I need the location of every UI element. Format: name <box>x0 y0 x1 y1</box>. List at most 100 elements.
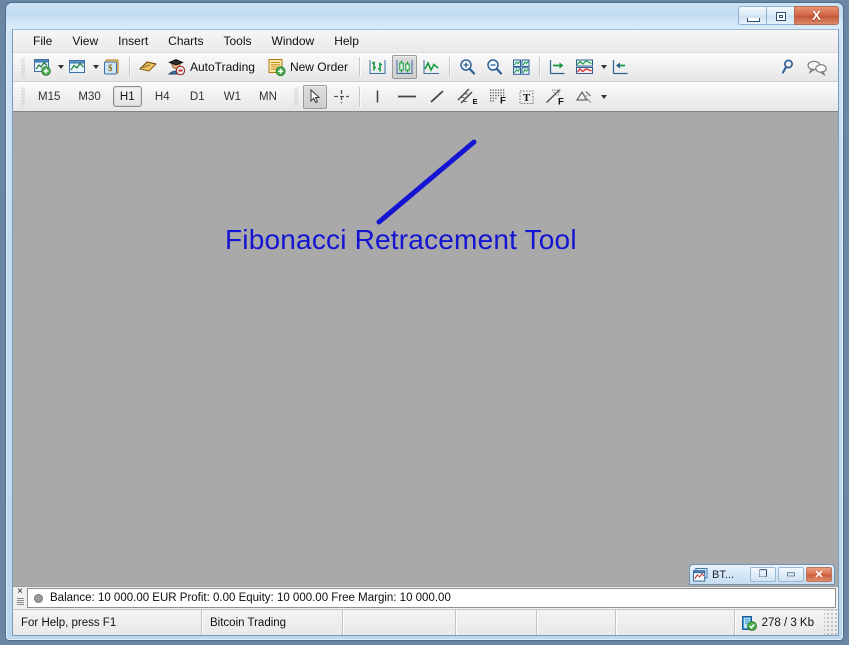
text-tool-button[interactable]: T <box>514 85 539 109</box>
horizontal-line-tool-button[interactable] <box>392 85 422 109</box>
new-chart-dropdown-arrow[interactable] <box>58 65 64 69</box>
drawing-toolbar-grip[interactable] <box>293 87 298 106</box>
annotation-arrow <box>376 139 477 225</box>
zoom-in-icon <box>460 59 476 75</box>
auto-scroll-button[interactable] <box>608 55 633 79</box>
autotrading-label: AutoTrading <box>190 60 255 74</box>
cursor-tool-button[interactable] <box>302 84 327 109</box>
maximize-chart-icon: ▭ <box>786 569 796 580</box>
chat-button[interactable] <box>803 55 831 79</box>
shapes-dropdown-arrow[interactable] <box>600 94 607 99</box>
account-status-icon <box>34 593 43 603</box>
tile-windows-button[interactable] <box>509 55 534 79</box>
chat-icon <box>807 60 827 76</box>
terminal-grip-icon[interactable] <box>16 598 24 605</box>
svg-text:T: T <box>523 92 531 104</box>
chart-shift-icon <box>549 60 565 75</box>
timeframe-m15[interactable]: M15 <box>32 86 66 107</box>
chart-workspace[interactable]: Fibonacci Retracement Tool BT... ❐ ▭ ✕ <box>13 111 838 587</box>
bar-chart-icon <box>369 60 386 74</box>
timeframe-and-drawing-toolbar: M15 M30 H1 H4 D1 W1 MN E F T F <box>13 82 838 112</box>
timeframe-h1[interactable]: H1 <box>112 86 142 107</box>
menu-item-window[interactable]: Window <box>262 31 325 51</box>
toolbar-grip[interactable] <box>21 57 25 77</box>
indicators-icon <box>575 59 593 74</box>
autotrading-icon <box>167 58 186 76</box>
chart-restore-button[interactable]: ❐ <box>750 567 776 582</box>
menu-item-help[interactable]: Help <box>324 31 369 51</box>
trendline-tool-button[interactable] <box>424 85 451 109</box>
profiles-button[interactable] <box>65 55 89 79</box>
vertical-line-tool-button[interactable] <box>365 85 390 109</box>
timeframe-h4[interactable]: H4 <box>148 86 177 107</box>
fibonacci-retracement-tool-button[interactable]: F <box>484 85 512 109</box>
terminal-gutter[interactable]: × <box>13 587 27 610</box>
line-chart-icon <box>423 60 439 74</box>
fibonacci-fan-tool-button[interactable]: F <box>541 85 569 109</box>
status-cell-5 <box>537 610 616 635</box>
status-cell-4 <box>456 610 537 635</box>
menu-item-charts[interactable]: Charts <box>158 31 213 51</box>
profiles-dropdown-arrow[interactable] <box>93 65 99 69</box>
indicators-dropdown-arrow[interactable] <box>600 65 607 69</box>
auto-scroll-icon <box>612 60 628 75</box>
timeframe-w1[interactable]: W1 <box>218 86 247 107</box>
minimize-button[interactable] <box>738 6 766 25</box>
timeframe-d1[interactable]: D1 <box>183 86 212 107</box>
market-watch-button[interactable]: $ <box>100 55 124 79</box>
new-chart-button[interactable] <box>30 55 54 79</box>
fibonacci-fan-icon: F <box>545 88 564 106</box>
search-icon <box>782 59 793 74</box>
menu-item-view[interactable]: View <box>62 31 108 51</box>
line-chart-button[interactable] <box>419 55 444 79</box>
minimized-chart-window[interactable]: BT... ❐ ▭ ✕ <box>689 564 835 585</box>
toolbar-separator <box>129 57 130 77</box>
shapes-tool-button[interactable] <box>571 85 597 109</box>
horizontal-line-icon <box>397 95 416 98</box>
title-bar: X <box>6 3 843 29</box>
close-icon: X <box>812 8 821 23</box>
chart-close-button[interactable]: ✕ <box>806 567 832 582</box>
terminal-balance-row[interactable]: Balance: 10 000.00 EUR Profit: 0.00 Equi… <box>27 588 836 608</box>
terminal-close-icon[interactable]: × <box>17 587 23 597</box>
menu-item-insert[interactable]: Insert <box>108 31 158 51</box>
zoom-out-icon <box>487 59 503 75</box>
traffic-label: 278 / 3 Kb <box>761 616 814 629</box>
indicators-button[interactable] <box>572 55 597 79</box>
toolbar-separator-2 <box>358 57 360 77</box>
chart-maximize-button[interactable]: ▭ <box>778 567 804 582</box>
zoom-out-button[interactable] <box>482 55 507 79</box>
menu-item-tools[interactable]: Tools <box>214 31 262 51</box>
resize-grip[interactable] <box>824 610 838 635</box>
bar-chart-button[interactable] <box>365 55 390 79</box>
toolbar-separator-3 <box>448 57 450 77</box>
close-button[interactable]: X <box>794 6 839 25</box>
navigator-button[interactable] <box>135 55 161 79</box>
text-icon: T <box>519 90 534 104</box>
drawing-separator <box>358 86 360 107</box>
status-traffic[interactable]: 278 / 3 Kb <box>735 610 824 635</box>
equidistant-channel-tool-button[interactable]: E <box>453 85 482 109</box>
status-cell-3 <box>343 610 456 635</box>
mt4-application-window: X File View Insert Charts Tools Window H… <box>0 0 849 645</box>
window-controls: X <box>738 6 839 25</box>
new-order-button[interactable]: New Order <box>263 55 354 79</box>
status-bar: For Help, press F1 Bitcoin Trading 278 /… <box>13 609 838 635</box>
equidistant-channel-icon: E <box>457 88 477 106</box>
timeframe-m30[interactable]: M30 <box>72 86 106 107</box>
timeframe-mn[interactable]: MN <box>253 86 283 107</box>
maximize-button[interactable] <box>766 6 794 25</box>
vertical-line-icon <box>376 90 379 103</box>
new-order-icon <box>268 59 286 76</box>
autotrading-button[interactable]: AutoTrading <box>163 55 261 79</box>
crosshair-tool-button[interactable] <box>329 85 354 109</box>
window-frame: X File View Insert Charts Tools Window H… <box>5 2 844 641</box>
chart-shift-button[interactable] <box>545 55 570 79</box>
trendline-icon <box>430 90 444 103</box>
timeframe-toolbar-grip[interactable] <box>21 87 25 106</box>
menu-item-file[interactable]: File <box>23 31 62 51</box>
status-help-text: For Help, press F1 <box>13 610 202 635</box>
candlestick-chart-button[interactable] <box>391 55 417 79</box>
search-button[interactable] <box>776 55 801 79</box>
zoom-in-button[interactable] <box>455 55 480 79</box>
